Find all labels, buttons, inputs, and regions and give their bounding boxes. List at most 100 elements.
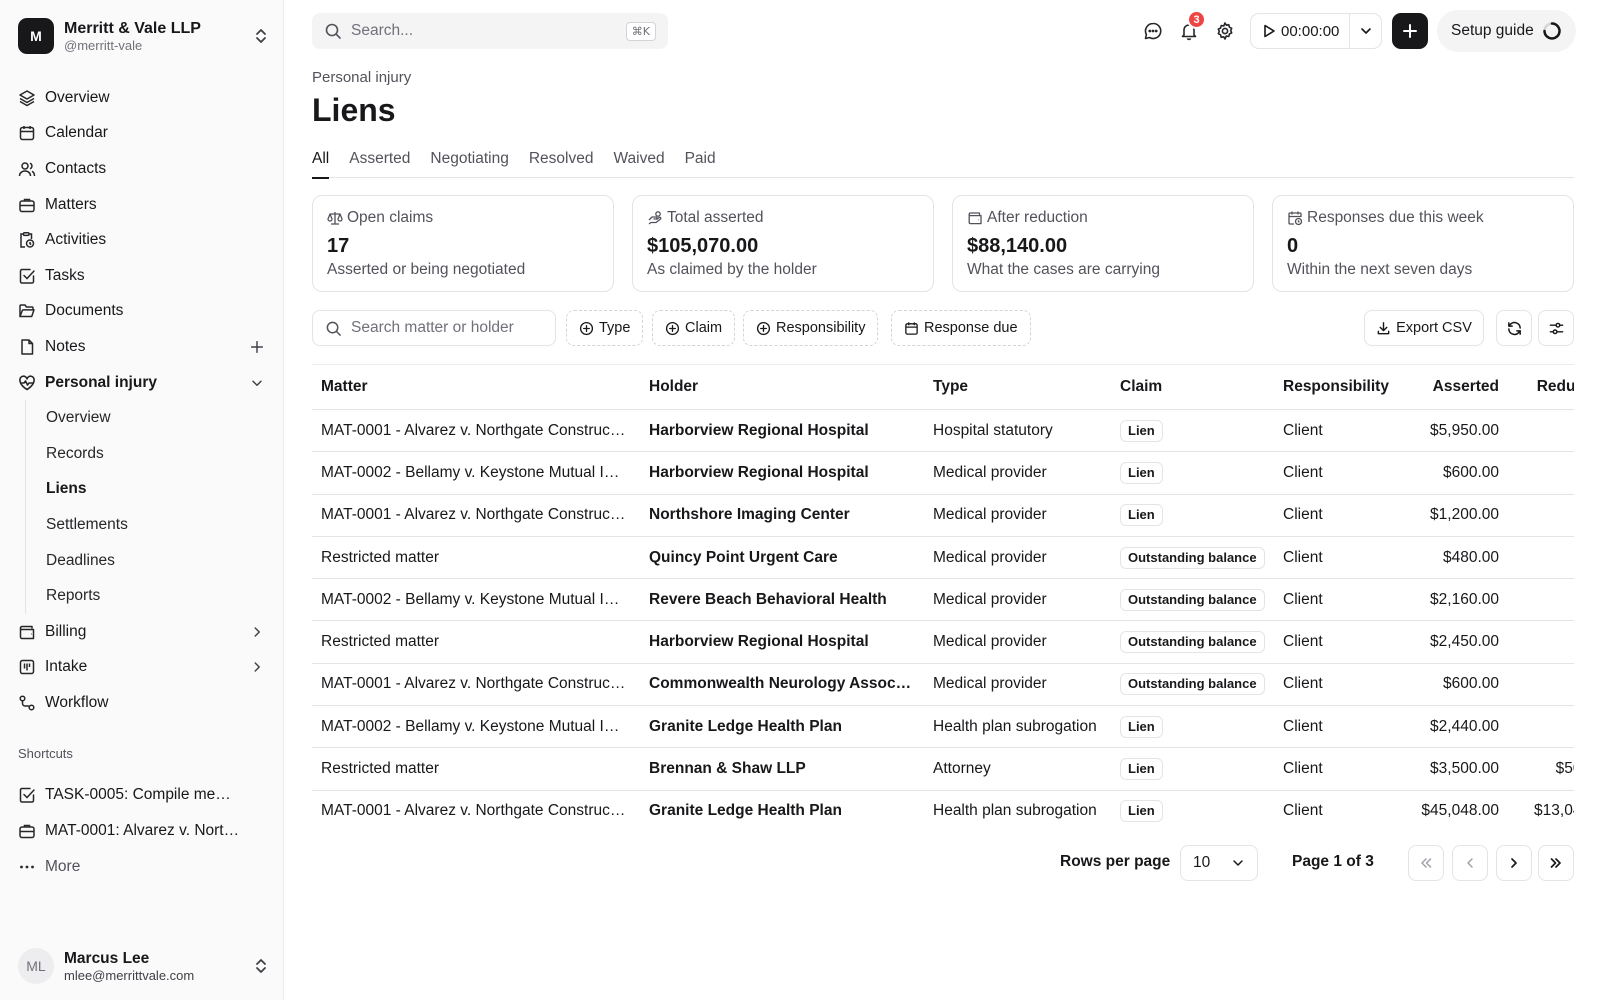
nav-item-activities[interactable]: Activities xyxy=(0,222,284,258)
gear-icon[interactable] xyxy=(1215,21,1235,41)
users-icon xyxy=(18,160,36,178)
previous-page-button[interactable] xyxy=(1452,845,1488,881)
stat-label: Total asserted xyxy=(667,209,764,226)
table-row[interactable]: MAT-0002 - Bellamy v. Keystone Mutual I…… xyxy=(312,451,1574,495)
table-row[interactable]: MAT-0001 - Alvarez v. Northgate Construc… xyxy=(312,494,1574,537)
nav-label: Overview xyxy=(45,88,110,106)
tab-asserted[interactable]: Asserted xyxy=(349,145,410,178)
cell-asserted: $2,440.00 xyxy=(1404,705,1508,749)
chevron-right-icon[interactable] xyxy=(248,623,266,641)
first-page-button[interactable] xyxy=(1408,845,1444,881)
table-row[interactable]: Restricted matter Brennan & Shaw LLP Attor… xyxy=(312,747,1574,791)
nav-item-personal-injury[interactable]: Personal injury xyxy=(0,365,284,401)
briefcase-icon xyxy=(18,822,36,840)
subnav-item-settlements[interactable]: Settlements xyxy=(26,507,284,543)
clipboard-clock-icon xyxy=(18,231,36,249)
tab-resolved[interactable]: Resolved xyxy=(529,145,594,178)
create-new-button[interactable] xyxy=(1392,13,1428,49)
chevron-down-icon xyxy=(1233,860,1243,866)
table-row[interactable]: MAT-0001 - Alvarez v. Northgate Construc… xyxy=(312,663,1574,707)
user-menu[interactable]: ML Marcus Lee mlee@merrittvale.com xyxy=(18,944,268,988)
subnav-item-deadlines[interactable]: Deadlines xyxy=(26,543,284,579)
stat-subtitle: Asserted or being negotiated xyxy=(327,261,526,278)
nav-item-workflow[interactable]: Workflow xyxy=(0,685,284,721)
table-row[interactable]: MAT-0002 - Bellamy v. Keystone Mutual I…… xyxy=(312,705,1574,749)
cell-holder: Harborview Regional Hospital xyxy=(640,451,924,495)
nav-item-tasks[interactable]: Tasks xyxy=(0,258,284,294)
shortcut-matter[interactable]: MAT-0001: Alvarez v. Nort… xyxy=(18,813,268,849)
cell-matter: MAT-0001 - Alvarez v. Northgate Construc… xyxy=(312,494,640,537)
tab-waived[interactable]: Waived xyxy=(613,145,664,178)
breadcrumb[interactable]: Personal injury xyxy=(312,69,411,86)
table-row[interactable]: MAT-0002 - Bellamy v. Keystone Mutual I…… xyxy=(312,578,1574,622)
last-page-button[interactable] xyxy=(1538,845,1574,881)
tab-negotiating[interactable]: Negotiating xyxy=(430,145,508,178)
shortcut-more[interactable]: More xyxy=(18,849,268,885)
sliders-icon xyxy=(1549,322,1563,334)
workflow-icon xyxy=(18,694,36,712)
next-page-button[interactable] xyxy=(1496,845,1532,881)
setup-guide-button[interactable]: Setup guide xyxy=(1437,10,1576,52)
nav-item-documents[interactable]: Documents xyxy=(0,294,284,330)
global-search[interactable]: Search... ⌘K xyxy=(312,13,668,49)
rows-per-page-select[interactable]: 10 xyxy=(1180,845,1258,881)
stat-value: 17 xyxy=(327,235,350,257)
file-icon xyxy=(18,338,36,356)
stat-label: After reduction xyxy=(987,209,1088,226)
table-row[interactable]: Restricted matter Harborview Regional Hos… xyxy=(312,620,1574,664)
message-circle-icon[interactable] xyxy=(1143,21,1163,41)
cell-responsibility: Client xyxy=(1274,578,1404,622)
nav-label: Contacts xyxy=(45,159,107,177)
column-header-matter[interactable]: Matter xyxy=(312,364,640,410)
column-header-type[interactable]: Type xyxy=(924,364,1111,410)
table-row[interactable]: Restricted matter Quincy Point Urgent Car… xyxy=(312,536,1574,580)
filter-claim-button[interactable]: Claim xyxy=(652,310,736,346)
timer-start-button[interactable]: 00:00:00 xyxy=(1251,14,1349,48)
subnav-item-records[interactable]: Records xyxy=(26,436,284,472)
cell-responsibility: Client xyxy=(1274,790,1404,832)
filter-responsibility-button[interactable]: Responsibility xyxy=(743,310,879,346)
chevron-right-icon[interactable] xyxy=(248,658,266,676)
shortcut-task[interactable]: TASK-0005: Compile me… xyxy=(18,777,268,813)
column-header-holder[interactable]: Holder xyxy=(640,364,924,410)
plus-circle-icon xyxy=(579,321,594,335)
filter-label: Responsibility xyxy=(776,320,866,336)
tab-all[interactable]: All xyxy=(312,145,330,179)
nav-item-notes[interactable]: Notes xyxy=(0,329,284,365)
subnav-item-liens[interactable]: Liens xyxy=(26,472,284,508)
column-header-asserted[interactable]: Asserted xyxy=(1404,364,1508,410)
table-row[interactable]: MAT-0001 - Alvarez v. Northgate Construc… xyxy=(312,409,1574,453)
nav-item-billing[interactable]: Billing xyxy=(0,614,284,650)
column-header-claim[interactable]: Claim xyxy=(1111,364,1274,410)
nav-label: Personal injury xyxy=(45,373,157,391)
org-switcher[interactable]: M Merritt & Vale LLP @merritt-vale xyxy=(18,16,268,56)
timer-dropdown-button[interactable] xyxy=(1349,14,1381,48)
column-header-responsibility[interactable]: Responsibility xyxy=(1274,364,1404,410)
main-nav: Overview Calendar Contacts Matters Activ… xyxy=(0,80,284,721)
table-row[interactable]: MAT-0001 - Alvarez v. Northgate Construc… xyxy=(312,790,1574,832)
filter-type-button[interactable]: Type xyxy=(566,310,644,346)
stat-subtitle: What the cases are carrying xyxy=(967,261,1160,278)
nav-item-intake[interactable]: Intake xyxy=(0,650,284,686)
cell-matter: MAT-0001 - Alvarez v. Northgate Construc… xyxy=(312,663,640,707)
tab-paid[interactable]: Paid xyxy=(685,145,716,178)
view-settings-button[interactable] xyxy=(1538,310,1574,346)
nav-item-contacts[interactable]: Contacts xyxy=(0,151,284,187)
nav-item-overview[interactable]: Overview xyxy=(0,80,284,116)
filter-response-due-button[interactable]: Response due xyxy=(891,310,1031,346)
personal-injury-subnav: Overview Records Liens Settlements Deadl… xyxy=(25,400,284,614)
column-header-reduction[interactable]: Reductio xyxy=(1508,364,1574,410)
subnav-item-overview[interactable]: Overview xyxy=(26,400,284,436)
nav-item-matters[interactable]: Matters xyxy=(0,187,284,223)
refresh-button[interactable] xyxy=(1496,310,1532,346)
nav-label: Workflow xyxy=(45,693,109,711)
chevron-down-icon[interactable] xyxy=(248,374,266,392)
export-csv-button[interactable]: Export CSV xyxy=(1364,310,1484,346)
stat-value: 0 xyxy=(1287,235,1299,257)
add-note-plus-icon[interactable] xyxy=(248,338,266,356)
nav-label: Calendar xyxy=(45,124,108,142)
subnav-item-reports[interactable]: Reports xyxy=(26,578,284,614)
claim-badge: Lien xyxy=(1120,419,1163,442)
matter-holder-search[interactable]: Search matter or holder xyxy=(312,310,556,346)
nav-item-calendar[interactable]: Calendar xyxy=(0,116,284,152)
